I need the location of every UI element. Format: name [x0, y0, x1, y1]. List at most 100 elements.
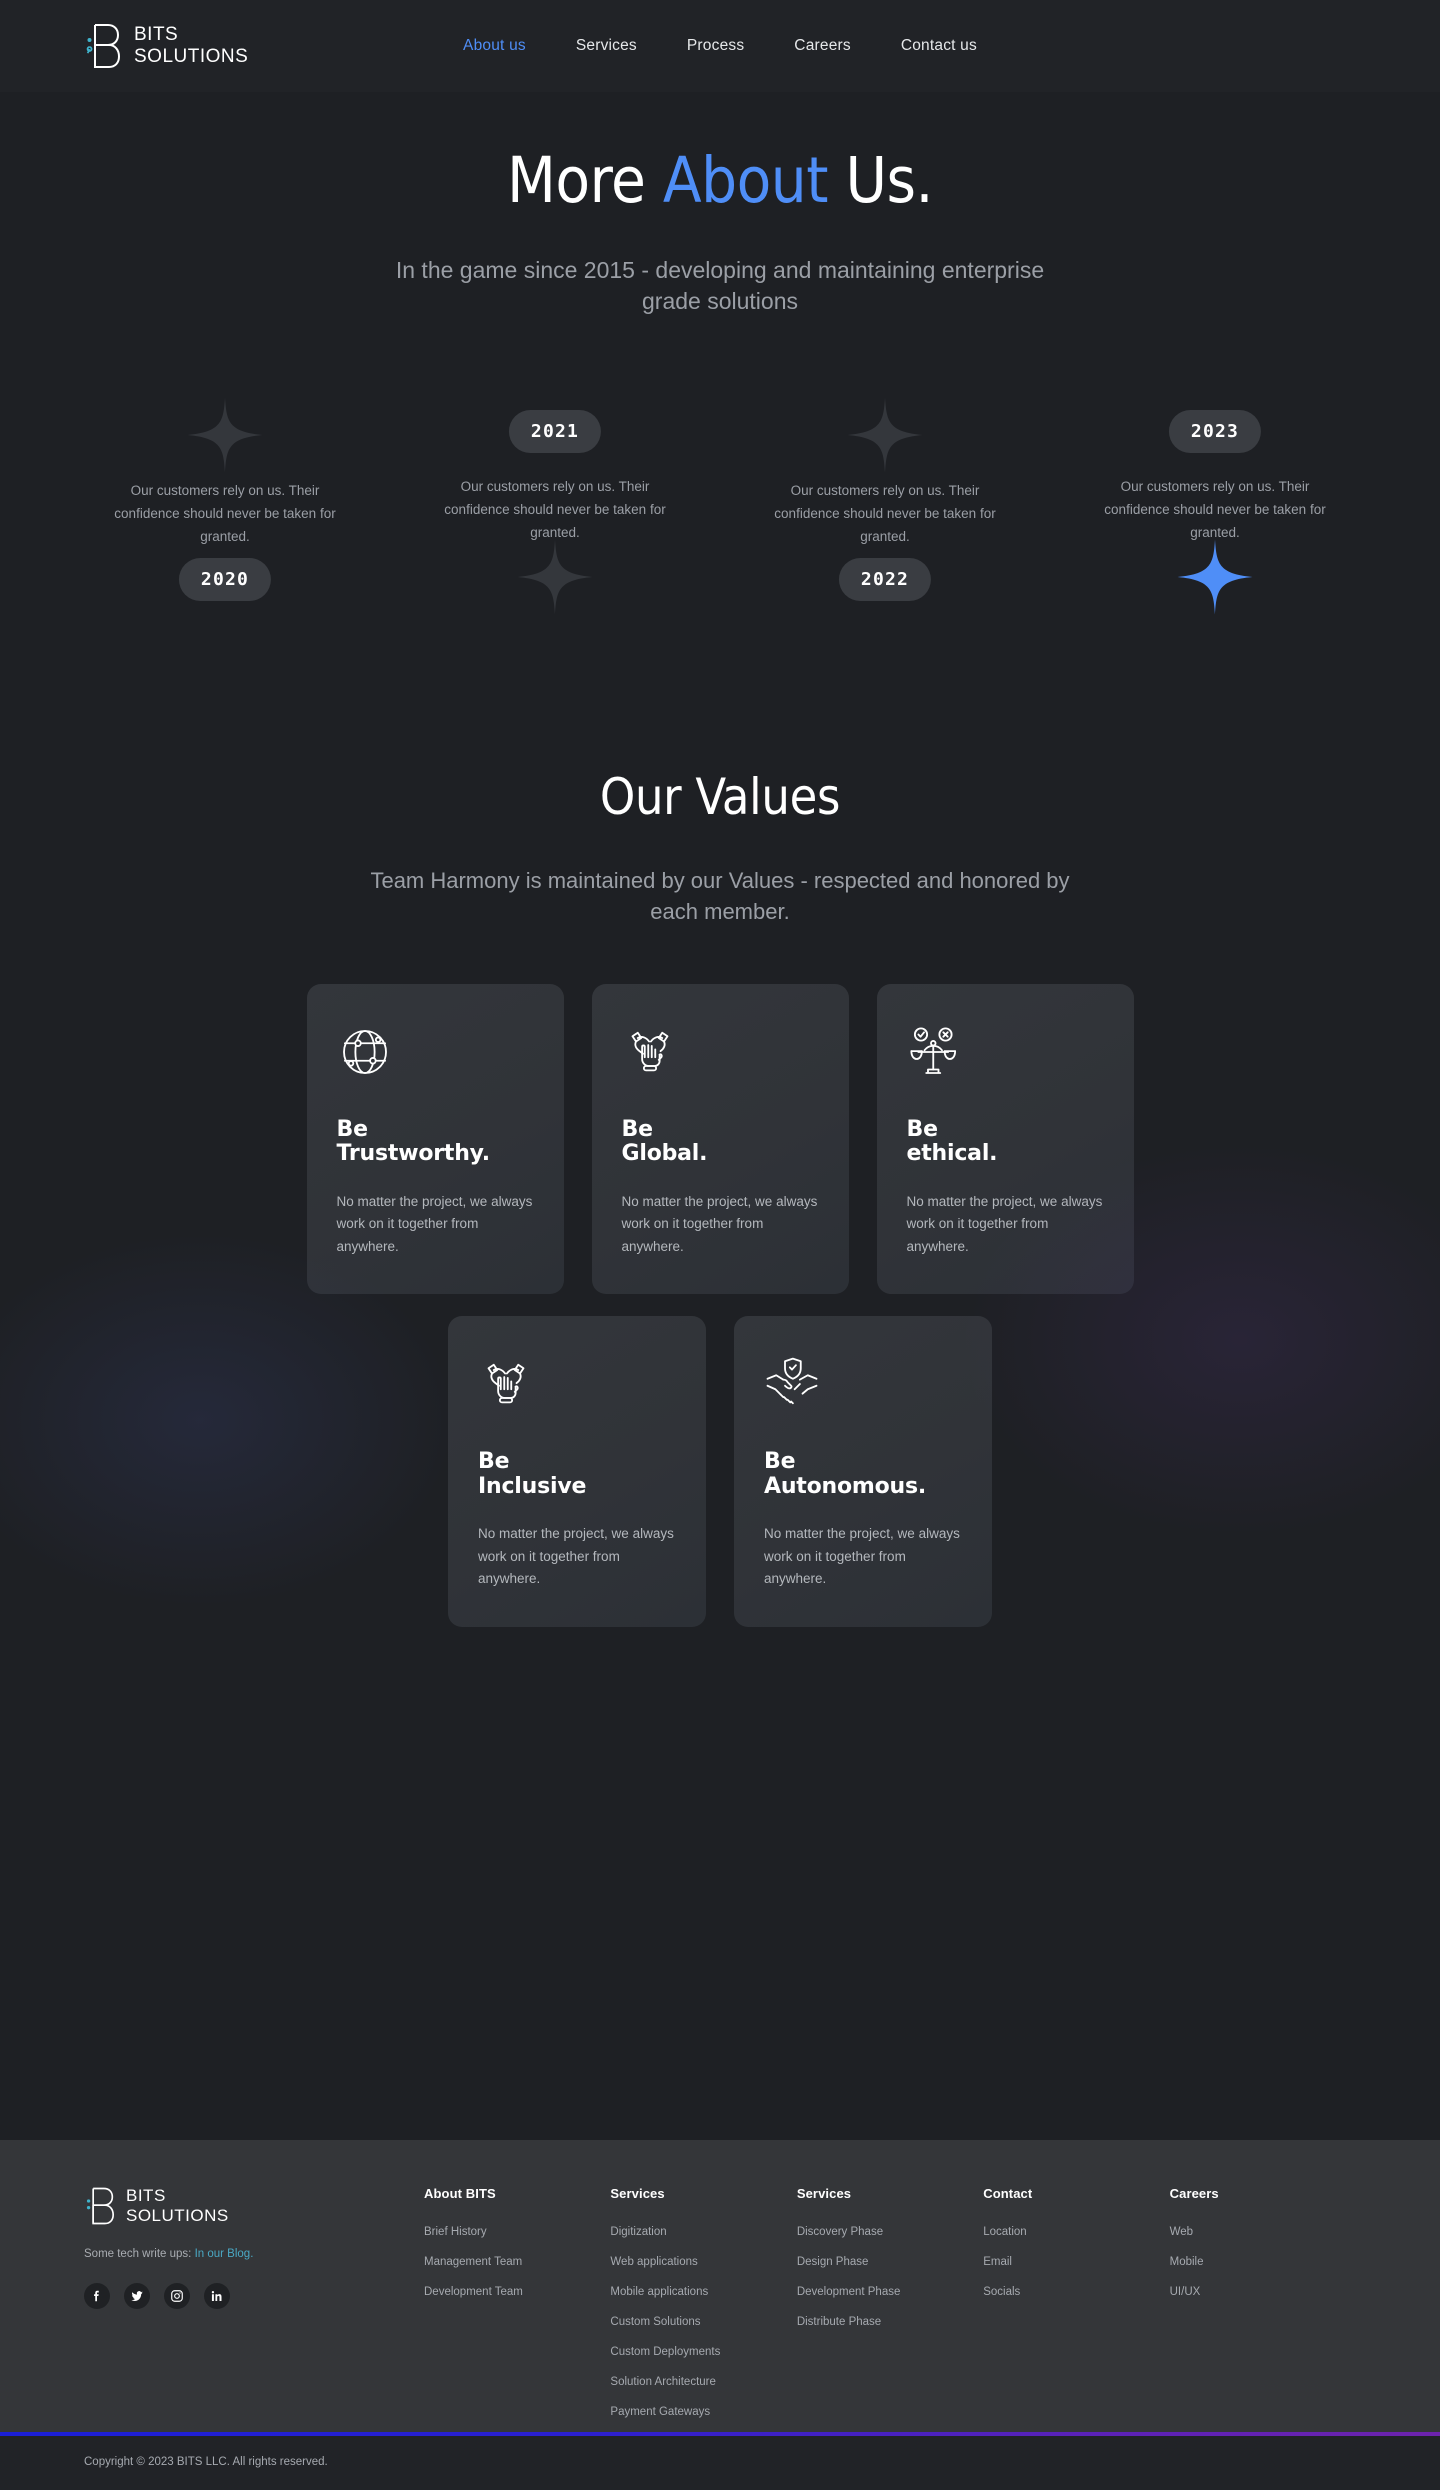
footer-link-item: Management Team	[424, 2252, 610, 2270]
sparkle-icon	[186, 396, 264, 479]
footer-link-item: Payment Gateways	[610, 2402, 796, 2420]
value-card[interactable]: Be ethical. No matter the project, we alw…	[876, 983, 1134, 1295]
value-card-description: No matter the project, we always work on…	[906, 1194, 1103, 1254]
footer-link-item: Brief History	[424, 2222, 610, 2240]
footer-link[interactable]: Solution Architecture	[610, 2376, 715, 2388]
nav-item-contact-us[interactable]: Contact us	[901, 37, 977, 55]
timeline-year-badge: 2022	[838, 558, 932, 602]
primary-nav[interactable]: About us Services Process Careers Contac…	[463, 37, 977, 55]
title-pre: More	[507, 144, 663, 217]
footer-link-item: Socials	[983, 2282, 1169, 2300]
nav-item-about-us[interactable]: About us	[463, 37, 526, 55]
footer-column-heading: About BITS	[424, 2186, 496, 2201]
footer-column-services: Services Discovery Phase Design Phase Devel…	[797, 2186, 983, 2432]
footer-column-careers: Careers Web Mobile UI/UX	[1170, 2186, 1356, 2432]
footer-link-item: Custom Deployments	[610, 2342, 796, 2360]
footer-link[interactable]: Brief History	[424, 2226, 487, 2238]
timeline-item-2022: Our customers rely on us. Their confiden…	[720, 388, 1050, 678]
footer-link[interactable]: Mobile	[1170, 2256, 1204, 2268]
footer-column-heading: Services	[796, 2186, 852, 2201]
footer-link[interactable]: Location	[983, 2226, 1026, 2238]
footer-link-item: Mobile	[1170, 2252, 1356, 2270]
footer-column-about-bits: About BITS Brief History Management Team De…	[424, 2186, 610, 2432]
value-card[interactable]: Be Global. No matter the project, we alwa…	[591, 983, 849, 1295]
footer-logo[interactable]: BITS SOLUTIONS	[84, 2186, 424, 2226]
footer-column-contact: Contact Location Email Socials	[983, 2186, 1169, 2432]
brand-line2: SOLUTIONS	[134, 46, 249, 67]
nav-item-careers[interactable]: Careers	[794, 37, 851, 55]
linkedin-icon[interactable]	[204, 2283, 230, 2309]
footer-link-list: Discovery Phase Design Phase Development P…	[797, 2222, 983, 2330]
footer-brand-line1: BITS	[126, 2186, 166, 2206]
bits-b-logo-icon	[84, 23, 121, 69]
nav-item-process[interactable]: Process	[687, 37, 744, 55]
copyright-text: Copyright © 2023 BITS LLC. All rights re…	[0, 2436, 1440, 2490]
value-card[interactable]: Be Trustworthy. No matter the project, we…	[306, 983, 564, 1295]
timeline-item-2020: Our customers rely on us. Their confiden…	[60, 388, 390, 678]
title-post: Us.	[827, 144, 933, 217]
footer-link-item: UI/UX	[1170, 2282, 1356, 2300]
footer-link-list: Brief History Management Team Development …	[424, 2222, 610, 2300]
footer-link[interactable]: Payment Gateways	[610, 2406, 710, 2418]
footer-link[interactable]: Discovery Phase	[797, 2226, 883, 2238]
footer-link[interactable]: Development Phase	[797, 2286, 901, 2298]
value-card[interactable]: Be Inclusive No matter the project, we al…	[448, 1316, 706, 1627]
hero-section: More About Us. In the game since 2015 - …	[0, 92, 1440, 316]
value-card-title: Be Autonomous.	[764, 1449, 927, 1499]
sparkle-icon	[1176, 538, 1254, 621]
values-heading: Our Values	[599, 768, 841, 827]
footer-link[interactable]: Web applications	[610, 2256, 697, 2268]
nav-item-services[interactable]: Services	[576, 37, 637, 55]
value-cards-row-2: Be Inclusive No matter the project, we al…	[0, 1316, 1440, 1627]
footer-link[interactable]: Management Team	[424, 2256, 522, 2268]
footer-link[interactable]: Custom Deployments	[610, 2346, 720, 2358]
footer-brand-line2: SOLUTIONS	[126, 2206, 229, 2225]
footer-link-item: Mobile applications	[610, 2282, 796, 2300]
footer-link[interactable]: Design Phase	[797, 2256, 869, 2268]
instagram-icon[interactable]	[164, 2283, 190, 2309]
page-title: More About Us.	[0, 144, 1440, 217]
value-card-description: No matter the project, we always work on…	[621, 1194, 818, 1254]
footer-link[interactable]: Digitization	[610, 2226, 666, 2238]
footer-link-item: Web	[1170, 2222, 1356, 2240]
blog-link[interactable]: In our Blog.	[195, 2248, 254, 2260]
facebook-icon[interactable]	[84, 2283, 110, 2309]
timeline-year-badge: 2020	[178, 558, 272, 602]
value-card-title: Be Global.	[621, 1116, 708, 1167]
timeline-text: Our customers rely on us. Their confiden…	[774, 483, 996, 544]
value-card-description: No matter the project, we always work on…	[764, 1526, 960, 1587]
footer-link[interactable]: Web	[1170, 2226, 1193, 2238]
footer-link[interactable]: UI/UX	[1170, 2286, 1201, 2298]
value-card-description: No matter the project, we always work on…	[336, 1194, 533, 1254]
footer-link[interactable]: Mobile applications	[610, 2286, 708, 2298]
timeline-item-2023: Our customers rely on us. Their confiden…	[1050, 388, 1380, 678]
footer-link[interactable]: Development Team	[424, 2286, 523, 2298]
footer-link-item: Custom Solutions	[610, 2312, 796, 2330]
site-header: BITS SOLUTIONS About us Services Process…	[0, 0, 1440, 92]
footer-link-item: Solution Architecture	[610, 2372, 796, 2390]
footer-link[interactable]: Email	[983, 2256, 1012, 2268]
footer-link-item: Distribute Phase	[797, 2312, 983, 2330]
footer-link[interactable]: Distribute Phase	[797, 2316, 881, 2328]
footer-link-item: Web applications	[610, 2252, 796, 2270]
three-hands-icon	[622, 1024, 819, 1084]
social-links[interactable]	[84, 2283, 424, 2309]
value-card-title: Be Trustworthy.	[336, 1116, 491, 1167]
footer-link-item: Development Phase	[797, 2282, 983, 2300]
footer-link[interactable]: Custom Solutions	[610, 2316, 700, 2328]
footer-link[interactable]: Socials	[983, 2286, 1020, 2298]
footer-link-columns: About BITS Brief History Management Team De…	[424, 2186, 1356, 2432]
timeline-section: Our customers rely on us. Their confiden…	[0, 388, 1440, 678]
footer-link-item: Location	[983, 2222, 1169, 2240]
title-accent: About	[662, 144, 829, 217]
value-card-title: Be ethical.	[906, 1116, 998, 1167]
timeline-year-badge: 2023	[1168, 410, 1262, 454]
footer-link-list: Digitization Web applications Mobile appli…	[610, 2222, 796, 2420]
footer-link-item: Email	[983, 2252, 1169, 2270]
footer-link-item: Development Team	[424, 2282, 610, 2300]
logo[interactable]: BITS SOLUTIONS	[84, 23, 248, 69]
value-card[interactable]: Be Autonomous. No matter the project, we …	[734, 1316, 992, 1627]
twitter-icon[interactable]	[124, 2283, 150, 2309]
hero-subtitle: In the game since 2015 - developing and …	[395, 257, 1045, 314]
timeline-text: Our customers rely on us. Their confiden…	[1104, 479, 1326, 540]
